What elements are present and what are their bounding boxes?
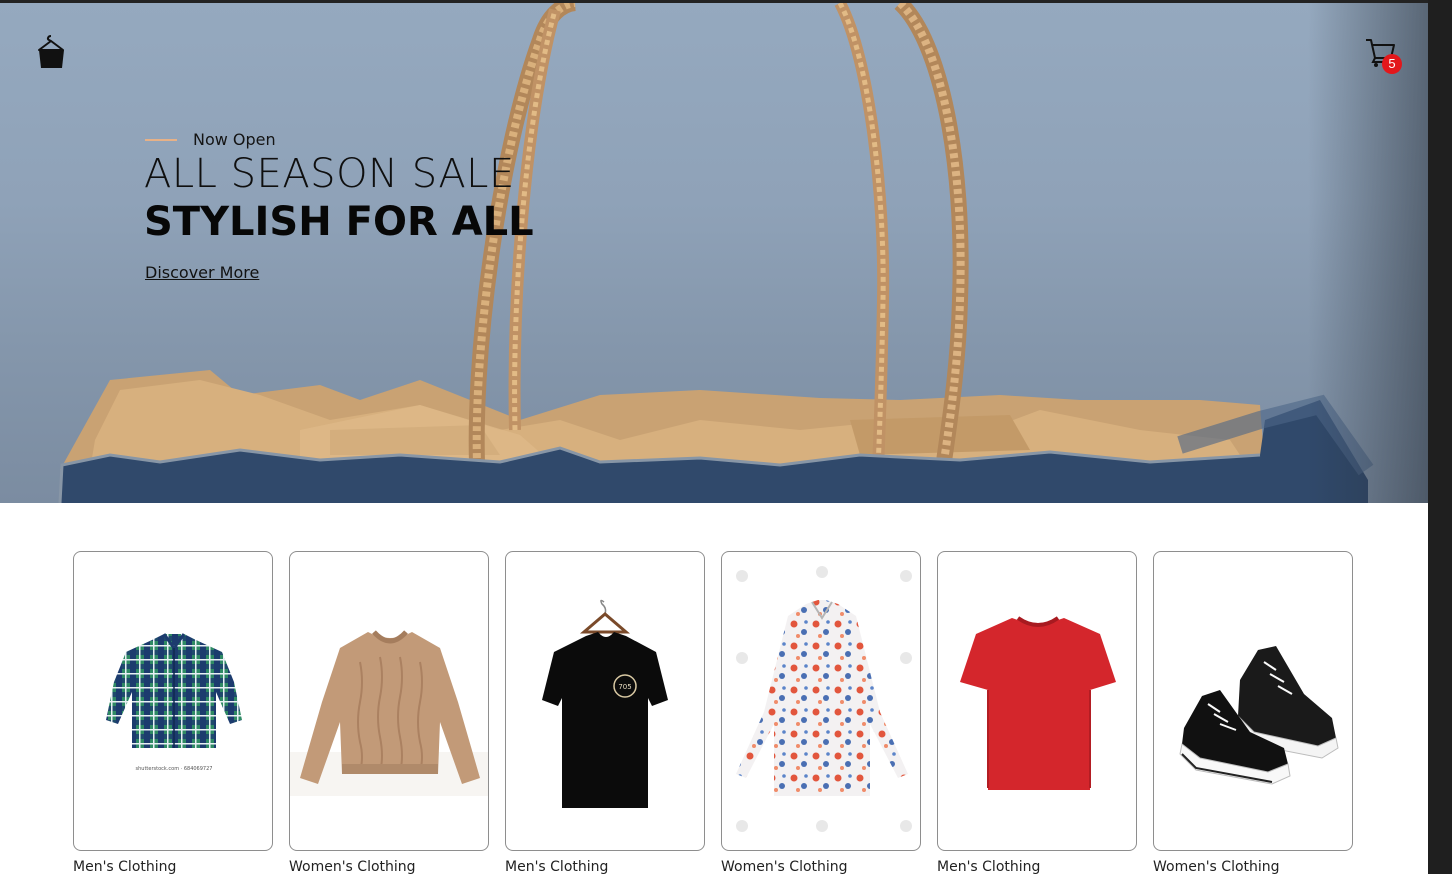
product-category-5: Men's Clothing [937, 859, 1041, 874]
svg-text:shutterstock.com · 684069727: shutterstock.com · 684069727 [136, 766, 213, 772]
hero-subheadline: STYLISH FOR ALL [144, 199, 534, 245]
product-card-floral-blouse[interactable] [721, 551, 921, 851]
hero-edge-shadow [1308, 0, 1428, 503]
floral-blouse-image [736, 566, 912, 832]
product-category-4: Women's Clothing [721, 859, 848, 874]
hero-headline: ALL SEASON SALE [144, 151, 515, 197]
discover-more-link[interactable]: Discover More [145, 263, 259, 282]
hanger-bag-icon[interactable] [34, 34, 68, 70]
product-card-beige-sweater[interactable] [289, 551, 489, 851]
hero-paper-bag-image [58, 0, 1374, 503]
green-plaid-shirt-image: shutterstock.com · 684069727 [106, 633, 242, 772]
product-category-6: Women's Clothing [1153, 859, 1280, 874]
svg-text:705: 705 [618, 683, 631, 691]
black-canvas-sneakers-image [1179, 646, 1339, 785]
product-category-2: Women's Clothing [289, 859, 416, 874]
product-category-3: Men's Clothing [505, 859, 609, 874]
cart-count-badge: 5 [1382, 54, 1402, 74]
product-category-1: Men's Clothing [73, 859, 177, 874]
beige-knit-sweater-image [290, 630, 488, 796]
black-tshirt-on-hanger-image: 705 [542, 599, 668, 808]
top-border [0, 0, 1428, 3]
product-card-green-plaid-shirt[interactable]: shutterstock.com · 684069727 [73, 551, 273, 851]
red-tshirt-image [960, 616, 1116, 790]
product-card-black-tshirt[interactable]: 705 [505, 551, 705, 851]
product-card-red-tshirt[interactable] [937, 551, 1137, 851]
hero-banner [0, 0, 1428, 503]
scrollbar-track[interactable] [1428, 0, 1452, 874]
eyebrow-text: Now Open [193, 130, 276, 149]
hero-eyebrow: Now Open [145, 130, 276, 149]
product-card-black-sneakers[interactable] [1153, 551, 1353, 851]
page: 5 Now Open ALL SEASON SALE STYLISH FOR A… [0, 0, 1428, 874]
eyebrow-accent-line [145, 138, 177, 141]
